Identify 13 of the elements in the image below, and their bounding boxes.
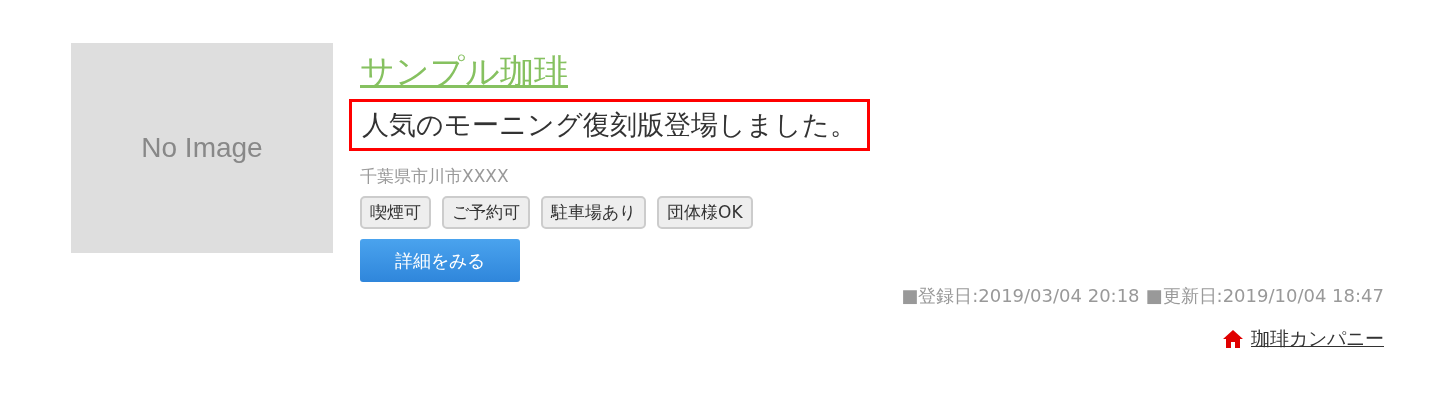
feature-tag: 喫煙可	[360, 196, 431, 229]
shop-title-link[interactable]: サンプル珈琲	[360, 49, 568, 93]
feature-tag: ご予約可	[442, 196, 530, 229]
company-link[interactable]: 珈琲カンパニー	[1251, 326, 1384, 352]
address-text: 千葉県市川市XXXX	[360, 165, 509, 188]
registered-date: ■登録日:2019/03/04 20:18	[901, 284, 1140, 308]
home-icon	[1223, 330, 1243, 348]
headline-text: 人気のモーニング復刻版登場しました。	[349, 99, 870, 151]
detail-button[interactable]: 詳細をみる	[360, 239, 520, 282]
no-image-text: No Image	[141, 132, 263, 164]
feature-tag: 団体様OK	[657, 196, 753, 229]
feature-tag: 駐車場あり	[541, 196, 646, 229]
updated-date: ■更新日:2019/10/04 18:47	[1145, 284, 1384, 308]
